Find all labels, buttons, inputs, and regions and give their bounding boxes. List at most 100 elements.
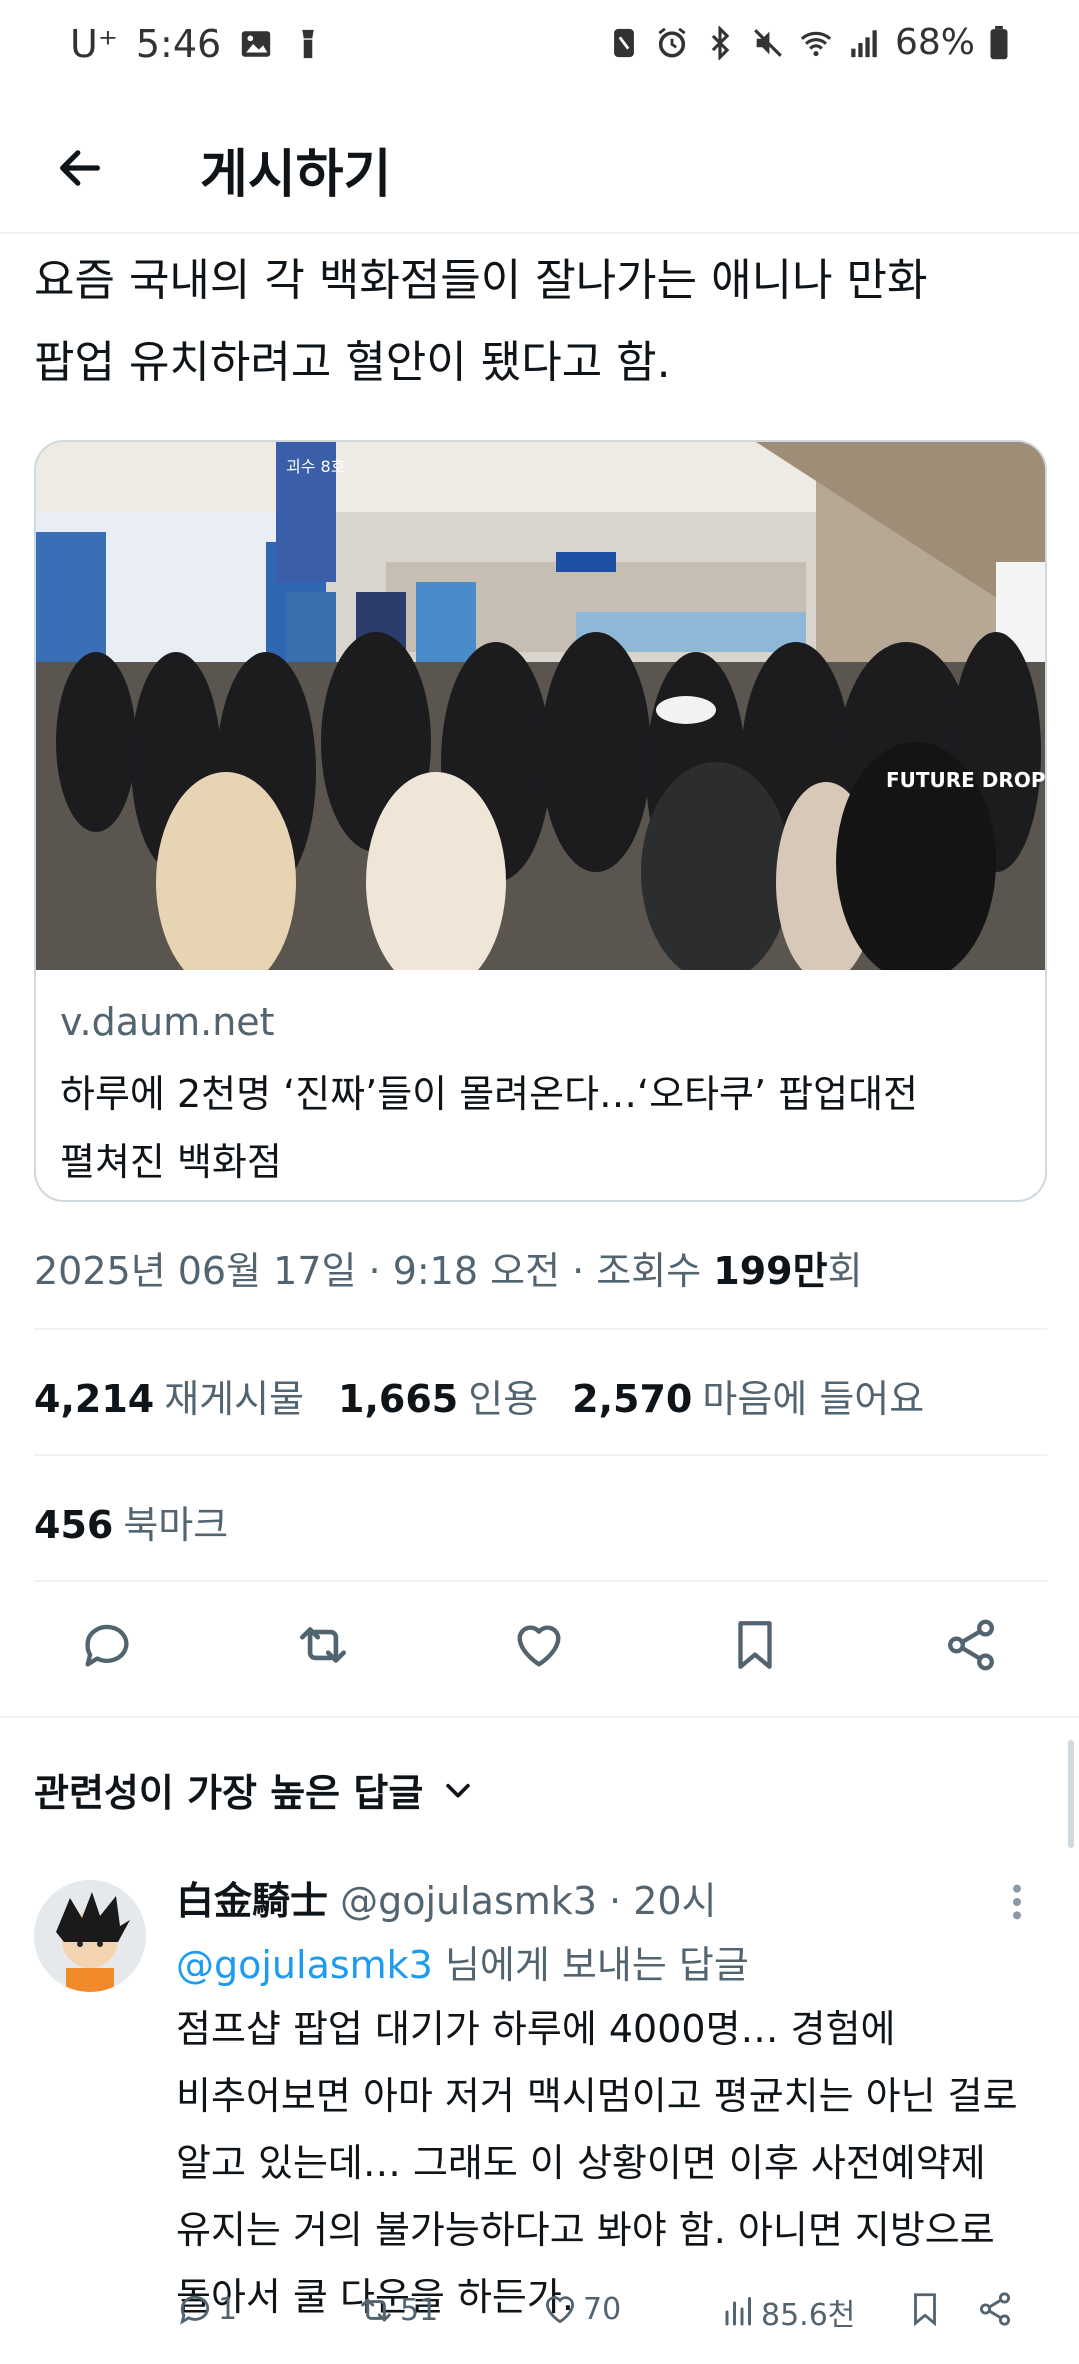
bluetooth-icon: [711, 25, 730, 60]
reply-text-line: 점프샵 팝업 대기가 하루에 4000명… 경험에: [176, 2007, 896, 2051]
bookmark-icon: [914, 2293, 936, 2327]
reply-text-line: 비추어보면 아마 저거 맥시멈이고 평균치는 아닌 걸로: [176, 2074, 1018, 2118]
retweet-count: 51: [400, 2292, 439, 2328]
meta-separator: ·: [596, 1879, 634, 1923]
reply-text-line: 알고 있는데… 그래도 이 상황이면 이후 사전예약제: [176, 2141, 986, 2185]
retweet-icon: [361, 2298, 391, 2322]
reply-like-button[interactable]: 70: [541, 2290, 621, 2328]
divider: [34, 1328, 1047, 1330]
share-button[interactable]: [936, 1610, 1006, 1680]
like-count: 70: [583, 2291, 622, 2327]
tweet-text: 요즘 국내의 각 백화점들이 잘나가는 애니나 만화 팝업 유치하려고 혈안이 …: [34, 240, 1044, 404]
tweet-text-line: 팝업 유치하려고 혈안이 됐다고 함.: [34, 337, 671, 388]
likes-label: 마음에 들어요: [702, 1377, 925, 1421]
gallery-notification-icon: [242, 31, 271, 57]
like-button[interactable]: [504, 1610, 574, 1680]
back-button[interactable]: [40, 128, 120, 208]
engagement-stats: 4,214 재게시물 1,665 인용 2,570 마음에 들어요: [34, 1368, 924, 1423]
reply-retweet-button[interactable]: 51: [356, 2290, 438, 2330]
heart-icon: [517, 1625, 561, 1667]
page-title: 게시하기: [200, 145, 392, 205]
retweets-label: 재게시물: [164, 1377, 305, 1421]
heart-icon: [545, 2296, 575, 2324]
retweet-button[interactable]: [288, 1610, 358, 1680]
bookmarks-stat[interactable]: 456 북마크: [34, 1494, 228, 1549]
section-divider: [0, 1716, 1079, 1718]
link-preview-card[interactable]: 괴수 8호 FUTURE DROP v.daum.net 하루에 2천명 ‘진짜…: [34, 440, 1047, 1202]
alarm-icon: [658, 27, 686, 58]
share-icon: [948, 1619, 994, 1671]
reply-time: 20시: [633, 1879, 717, 1923]
reply-text: 점프샵 팝업 대기가 하루에 4000명… 경험에 비추어보면 아마 저거 맥시…: [176, 1996, 1056, 2331]
back-arrow-icon: [60, 150, 100, 186]
likes-count: 2,570: [572, 1377, 693, 1421]
reply-to-mention[interactable]: @gojulasmk3: [176, 1943, 433, 1987]
chevron-down-icon: [446, 1783, 471, 1798]
reply-sort-label: 관련성이 가장 높은 답글: [34, 1771, 424, 1815]
mute-icon: [754, 28, 782, 57]
more-vertical-icon: [1013, 1884, 1021, 1920]
card-domain: v.daum.net: [60, 1000, 275, 1044]
quotes-label: 인용: [468, 1377, 539, 1421]
bookmark-button[interactable]: [720, 1610, 790, 1680]
view-count: 85.6천: [761, 2298, 856, 2333]
reply-to-suffix: 님에게 보내는 답글: [432, 1943, 749, 1987]
avatar[interactable]: [34, 1880, 146, 1992]
meta-separator: ·: [356, 1249, 393, 1293]
clock: 5:46: [135, 22, 222, 66]
reply-count: 1: [218, 2291, 238, 2327]
reply-icon: [180, 2295, 210, 2325]
reply-share-button[interactable]: [976, 2290, 1014, 2328]
reply-author-name[interactable]: 白金騎士: [176, 1879, 328, 1923]
card-image: 괴수 8호 FUTURE DROP: [36, 442, 1045, 970]
nfc-icon: [614, 28, 634, 57]
card-title-line: 펼쳐진 백화점: [60, 1140, 282, 1184]
battery-icon: [990, 25, 1008, 59]
battery-percent: 68%: [894, 22, 975, 63]
views-count: 199만: [713, 1249, 828, 1293]
quotes-count: 1,665: [338, 1377, 459, 1421]
tweet-text-line: 요즘 국내의 각 백화점들이 잘나가는 애니나 만화: [34, 255, 928, 306]
post-time: 9:18 오전: [392, 1249, 561, 1293]
reply-action-bar: 1 51 70 85.6천: [176, 2290, 1056, 2350]
reply-button[interactable]: [72, 1610, 142, 1680]
reply-author-handle[interactable]: @gojulasmk3: [340, 1879, 597, 1923]
scrollbar[interactable]: [1068, 1740, 1074, 1848]
reply-icon: [85, 1624, 129, 1667]
reply-views-button[interactable]: 85.6천: [721, 2290, 855, 2334]
tweet-meta: 2025년 06월 17일 · 9:18 오전 · 조회수 199만회: [34, 1240, 863, 1295]
divider: [34, 1454, 1047, 1456]
card-title-line: 하루에 2천명 ‘진짜’들이 몰려온다…‘오타쿠’ 팝업대전: [60, 1072, 919, 1116]
carrier-label: U⁺: [70, 22, 118, 66]
top-app-bar: 게시하기: [0, 92, 1079, 234]
sign-text: 괴수 8호: [286, 457, 345, 476]
wifi-icon: [800, 31, 832, 56]
signal-icon: [851, 29, 877, 57]
card-title: 하루에 2천명 ‘진짜’들이 몰려온다…‘오타쿠’ 팝업대전 펼쳐진 백화점: [60, 1060, 1020, 1196]
bookmark-icon: [738, 1621, 772, 1669]
quotes-stat[interactable]: 1,665 인용: [338, 1368, 538, 1423]
flashlight-notification-icon: [302, 29, 314, 59]
views-suffix: 회: [827, 1249, 863, 1293]
reply-bookmark-button[interactable]: [906, 2290, 944, 2328]
divider: [34, 1580, 1047, 1582]
meta-separator: ·: [560, 1249, 597, 1293]
bookmarks-count: 456: [34, 1503, 114, 1547]
reply-header: 白金騎士 @gojulasmk3 · 20시: [176, 1870, 717, 1925]
views-label: 조회수: [596, 1249, 714, 1293]
tweet-action-bar: [0, 1610, 1079, 1690]
retweets-stat[interactable]: 4,214 재게시물: [34, 1368, 304, 1423]
reply-to-line: @gojulasmk3 님에게 보내는 답글: [176, 1934, 749, 1989]
more-options-button[interactable]: [1010, 1882, 1024, 1931]
bookmarks-label: 북마크: [123, 1503, 229, 1547]
post-date: 2025년 06월 17일: [34, 1249, 357, 1293]
share-icon: [979, 2292, 1011, 2326]
likes-stat[interactable]: 2,570 마음에 들어요: [572, 1368, 924, 1423]
retweets-count: 4,214: [34, 1377, 155, 1421]
views-chart-icon: [725, 2297, 751, 2326]
shirt-text: FUTURE DROP: [886, 768, 1045, 792]
reply-sort-dropdown[interactable]: 관련성이 가장 높은 답글: [34, 1762, 475, 1817]
status-bar: U⁺ 5:46 68%: [0, 0, 1079, 92]
reply-reply-button[interactable]: 1: [176, 2290, 237, 2328]
avatar-image: [34, 1880, 146, 1992]
